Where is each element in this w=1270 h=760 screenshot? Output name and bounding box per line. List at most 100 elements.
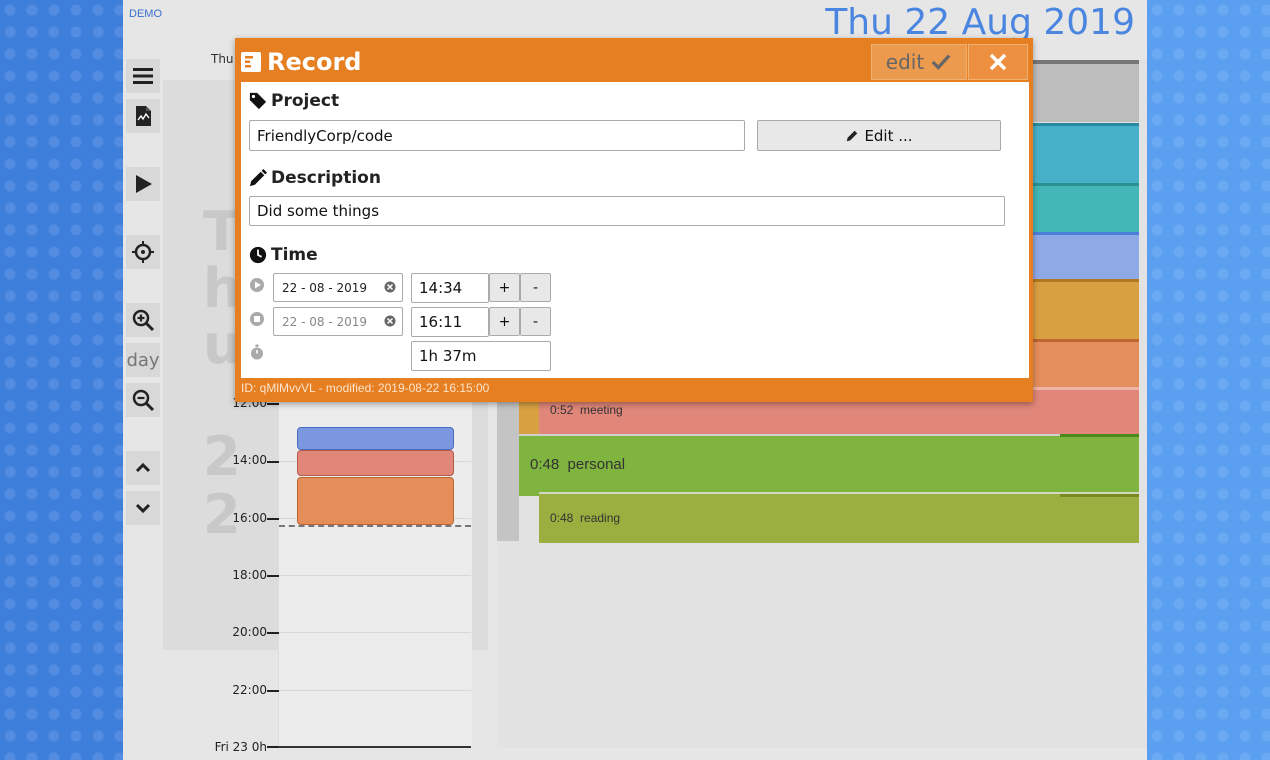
scroll-down-button[interactable] (126, 491, 160, 525)
zoom-level: day (126, 343, 160, 377)
weekday-label: Thu (211, 52, 234, 66)
record-icon (241, 52, 261, 72)
timeline-event[interactable] (297, 477, 454, 525)
hour-tick (267, 403, 279, 405)
edit-label: edit (885, 50, 925, 74)
start-time-plus-button[interactable]: + (489, 273, 520, 302)
zoom-in-button[interactable] (126, 303, 160, 337)
summary-bar[interactable] (1033, 123, 1139, 184)
hour-label: 14:00 (232, 453, 267, 467)
stopwatch-icon (251, 344, 263, 360)
zoom-in-icon (132, 309, 155, 332)
play-icon (136, 175, 152, 193)
scroll-up-button[interactable] (126, 451, 160, 485)
locate-now-button[interactable] (126, 235, 160, 269)
pencil-icon (847, 130, 858, 141)
zoom-out-icon (132, 389, 155, 412)
clear-icon[interactable] (384, 315, 396, 327)
dialog-body: Project FriendlyCorp/code Edit ... Descr… (241, 82, 1029, 378)
summary-item-name: meeting (580, 403, 623, 417)
hour-tick (267, 461, 279, 463)
hour-gridline (279, 575, 471, 576)
summary-item-name: personal (567, 456, 626, 473)
hour-label: 20:00 (232, 625, 267, 639)
background-right (1147, 0, 1270, 760)
summary-item-time: 0:48 (530, 456, 560, 473)
start-time-minus-button[interactable]: - (520, 273, 551, 302)
time-heading: Time (249, 245, 318, 265)
end-date-input[interactable]: 22 - 08 - 2019 (273, 307, 403, 336)
hamburger-icon (133, 68, 153, 84)
edit-toggle-button[interactable]: edit (871, 44, 967, 80)
end-time-plus-button[interactable]: + (489, 307, 520, 336)
summary-bar-marker (1060, 494, 1139, 497)
chevron-down-icon (135, 503, 151, 514)
play-button[interactable] (126, 167, 160, 201)
dialog-title-text: Record (267, 48, 362, 76)
demo-label: DEMO (129, 8, 162, 20)
project-heading-text: Project (271, 91, 340, 111)
edit-project-label: Edit ... (864, 126, 913, 145)
summary-bar[interactable] (1033, 232, 1139, 280)
check-icon (931, 54, 951, 70)
summary-bar[interactable] (1033, 183, 1139, 232)
start-time-input[interactable]: 14:34 (411, 273, 489, 303)
menu-button[interactable] (126, 59, 160, 93)
summary-item-personal[interactable]: 0:48 personal (519, 434, 1139, 496)
close-icon (989, 53, 1007, 71)
start-icon (250, 278, 264, 292)
project-heading: Project (249, 91, 339, 111)
start-date-input[interactable]: 22 - 08 - 2019 (273, 273, 403, 302)
start-date-value: 22 - 08 - 2019 (282, 280, 367, 295)
record-dialog: Record edit Project FriendlyCorp/code Ed… (235, 38, 1033, 402)
time-heading-text: Time (271, 245, 318, 265)
file-chart-icon (136, 106, 151, 126)
hour-label: 18:00 (232, 568, 267, 582)
timeline-event[interactable] (297, 450, 454, 476)
summary-bar[interactable] (1033, 64, 1139, 122)
zoom-out-button[interactable] (126, 383, 160, 417)
hour-gridline (279, 690, 471, 691)
end-time-input[interactable]: 16:11 (411, 307, 489, 337)
dialog-header: Record edit (235, 38, 1033, 82)
summary-item-name: reading (580, 511, 621, 525)
edit-project-button[interactable]: Edit ... (757, 120, 1001, 151)
summary-bar[interactable] (1033, 339, 1139, 387)
hour-label: 22:00 (232, 683, 267, 697)
summary-item-time: 0:48 (550, 511, 574, 525)
summary-bar[interactable] (1033, 279, 1139, 340)
crosshair-icon (132, 241, 154, 263)
dialog-title: Record (241, 48, 362, 76)
hour-tick (267, 575, 279, 577)
record-footer: ID: qMlMvvVL - modified: 2019-08-22 16:1… (241, 381, 490, 395)
summary-item-time: 0:52 (550, 403, 574, 417)
pencil-icon (249, 169, 267, 187)
hour-tick (267, 632, 279, 634)
hour-label: 16:00 (232, 511, 267, 525)
close-button[interactable] (968, 44, 1028, 80)
current-time-line (279, 525, 471, 527)
timeline-event[interactable] (297, 427, 454, 450)
chevron-up-icon (135, 462, 151, 473)
summary-bar-marker (1060, 434, 1139, 437)
description-input[interactable]: Did some things (249, 196, 1005, 226)
duration-input[interactable]: 1h 37m (411, 341, 551, 371)
date-heading: Thu 22 Aug 2019 (825, 2, 1135, 43)
hour-gridline (279, 632, 471, 633)
tag-icon (249, 92, 267, 110)
summary-indent (497, 390, 519, 541)
hour-tick (267, 518, 279, 520)
end-time-minus-button[interactable]: - (520, 307, 551, 336)
summary-item-reading[interactable]: 0:48 reading (539, 492, 1139, 543)
hour-tick (267, 690, 279, 692)
clock-icon (249, 246, 267, 264)
project-input[interactable]: FriendlyCorp/code (249, 120, 745, 151)
report-button[interactable] (126, 99, 160, 133)
clear-icon[interactable] (384, 281, 396, 293)
zoom-level-label: day (126, 349, 160, 371)
description-heading-text: Description (271, 168, 381, 188)
timeline-baseline (278, 746, 471, 748)
hour-label: Fri 23 0h (214, 740, 267, 754)
description-heading: Description (249, 168, 381, 188)
end-date-value: 22 - 08 - 2019 (282, 314, 367, 329)
